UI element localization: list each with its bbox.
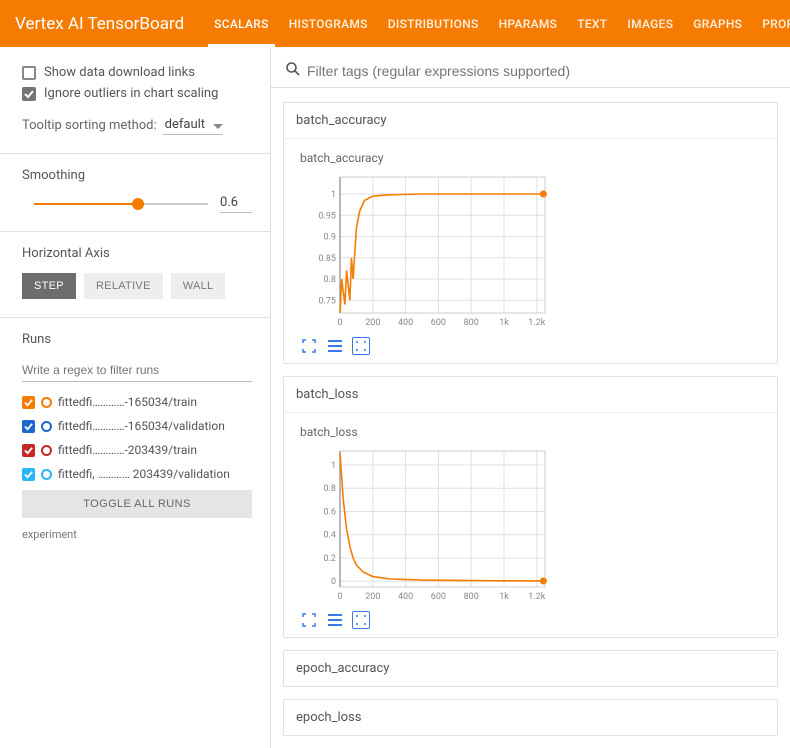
sidebar: Show data download links Ignore outliers…: [0, 47, 271, 748]
search-icon: [285, 61, 301, 81]
fullscreen-icon[interactable]: [300, 337, 318, 355]
checkbox-checked-icon: [22, 468, 35, 481]
horizontal-axis-label: Horizontal Axis: [22, 246, 252, 261]
svg-text:1: 1: [331, 190, 336, 200]
svg-text:400: 400: [398, 318, 413, 328]
run-item[interactable]: fittedfi…………-165034/train: [22, 390, 252, 414]
ignore-outliers-label: Ignore outliers in chart scaling: [44, 86, 252, 101]
panel-header[interactable]: batch_accuracy: [284, 103, 777, 139]
tab-hparams[interactable]: HPARAMS: [489, 0, 568, 47]
scalar-panel: batch_accuracybatch_accuracy0.750.80.850…: [283, 102, 778, 364]
fullscreen-icon[interactable]: [300, 611, 318, 629]
tab-images[interactable]: IMAGES: [617, 0, 683, 47]
show-download-option[interactable]: Show data download links: [22, 65, 252, 80]
chart-plot: 0.75 0.8 0.85 0.9 0.95 1 0 200 400 600 800 1k 1.2k: [300, 171, 555, 331]
run-color-icon: [41, 445, 52, 456]
svg-text:1.2k: 1.2k: [528, 592, 545, 602]
svg-text:600: 600: [431, 592, 446, 602]
list-icon[interactable]: [326, 337, 344, 355]
tab-profile[interactable]: PROFILE: [752, 0, 790, 47]
smoothing-value-input[interactable]: 0.6: [220, 195, 252, 213]
scalar-panel: epoch_accuracy: [283, 650, 778, 687]
smoothing-label: Smoothing: [22, 168, 252, 183]
content-area: batch_accuracybatch_accuracy0.750.80.850…: [271, 47, 790, 748]
axis-wall-button[interactable]: WALL: [171, 273, 226, 299]
svg-text:0: 0: [331, 577, 336, 587]
svg-text:600: 600: [431, 318, 446, 328]
svg-text:200: 200: [365, 318, 380, 328]
svg-text:1.2k: 1.2k: [528, 318, 545, 328]
chart-plot: 0 0.2 0.4 0.6 0.8 1 0 200 400 600 800 1k 1.2k: [300, 445, 555, 605]
chart-card: batch_loss 0 0.2 0.4 0.6 0.8 1 0 200 400 600 800 1k 1…: [284, 413, 777, 637]
chevron-down-icon: [213, 119, 223, 134]
run-color-icon: [41, 397, 52, 408]
svg-text:1k: 1k: [499, 592, 509, 602]
checkbox-checked-icon: [22, 87, 36, 101]
tag-filter-input[interactable]: [307, 61, 776, 81]
fit-domain-icon[interactable]: [352, 337, 370, 355]
tab-graphs[interactable]: GRAPHS: [683, 0, 752, 47]
scalar-panel: batch_loss batch_loss 0 0.2 0.4 0.6 0.8 1 0 200 40…: [283, 376, 778, 638]
chart-title: batch_loss: [300, 425, 767, 439]
checkbox-unchecked-icon: [22, 66, 36, 80]
svg-text:0.8: 0.8: [324, 484, 337, 494]
tab-text[interactable]: TEXT: [567, 0, 617, 47]
svg-text:400: 400: [398, 592, 413, 602]
tab-distributions[interactable]: DISTRIBUTIONS: [378, 0, 489, 47]
svg-text:0: 0: [337, 592, 342, 602]
tab-histograms[interactable]: HISTOGRAMS: [279, 0, 378, 47]
list-icon[interactable]: [326, 611, 344, 629]
app-title: Vertex AI TensorBoard: [15, 14, 184, 34]
svg-text:800: 800: [464, 592, 479, 602]
run-color-icon: [41, 469, 52, 480]
run-label: fittedfi…………-165034/train: [58, 395, 252, 409]
svg-text:0.75: 0.75: [318, 296, 336, 306]
tooltip-sort-select[interactable]: default: [163, 115, 223, 135]
smoothing-slider[interactable]: [34, 203, 208, 205]
svg-text:0.8: 0.8: [324, 275, 337, 285]
tab-scalars[interactable]: SCALARS: [204, 0, 279, 47]
svg-text:0.6: 0.6: [324, 507, 337, 517]
svg-text:200: 200: [365, 592, 380, 602]
checkbox-checked-icon: [22, 444, 35, 457]
run-label: fittedfi, ………… 203439/validation: [58, 467, 252, 481]
svg-text:0.9: 0.9: [324, 233, 337, 243]
svg-text:0: 0: [337, 318, 342, 328]
tooltip-sort-value: default: [165, 117, 205, 132]
svg-text:0.2: 0.2: [324, 554, 337, 564]
svg-text:800: 800: [464, 318, 479, 328]
tooltip-sort-label: Tooltip sorting method:: [22, 118, 157, 133]
run-label: fittedfi…………-203439/train: [58, 443, 252, 457]
experiment-label: experiment: [22, 528, 252, 541]
svg-text:0.4: 0.4: [324, 531, 337, 541]
axis-relative-button[interactable]: RELATIVE: [84, 273, 163, 299]
fit-domain-icon[interactable]: [352, 611, 370, 629]
runs-filter-input[interactable]: [22, 359, 252, 382]
checkbox-checked-icon: [22, 396, 35, 409]
ignore-outliers-option[interactable]: Ignore outliers in chart scaling: [22, 86, 252, 101]
svg-text:1k: 1k: [499, 318, 509, 328]
toggle-all-runs-button[interactable]: TOGGLE ALL RUNS: [22, 490, 252, 518]
panel-header[interactable]: batch_loss: [284, 377, 777, 413]
runs-label: Runs: [22, 332, 252, 347]
nav-tabs: SCALARSHISTOGRAMSDISTRIBUTIONSHPARAMSTEX…: [204, 0, 790, 47]
run-color-icon: [41, 421, 52, 432]
show-download-label: Show data download links: [44, 65, 252, 80]
checkbox-checked-icon: [22, 420, 35, 433]
run-item[interactable]: fittedfi, ………… 203439/validation: [22, 462, 252, 486]
run-item[interactable]: fittedfi…………-165034/validation: [22, 414, 252, 438]
svg-text:1: 1: [331, 461, 336, 471]
chart-card: batch_accuracy 0.75 0.8 0.85 0.9 0.95 1 0 200 400…: [284, 139, 777, 363]
run-item[interactable]: fittedfi…………-203439/train: [22, 438, 252, 462]
axis-step-button[interactable]: STEP: [22, 273, 76, 299]
svg-text:0.95: 0.95: [318, 211, 336, 221]
panel-header[interactable]: epoch_accuracy: [284, 651, 777, 686]
run-label: fittedfi…………-165034/validation: [58, 419, 252, 433]
svg-text:0.85: 0.85: [318, 254, 336, 264]
chart-title: batch_accuracy: [300, 151, 767, 165]
